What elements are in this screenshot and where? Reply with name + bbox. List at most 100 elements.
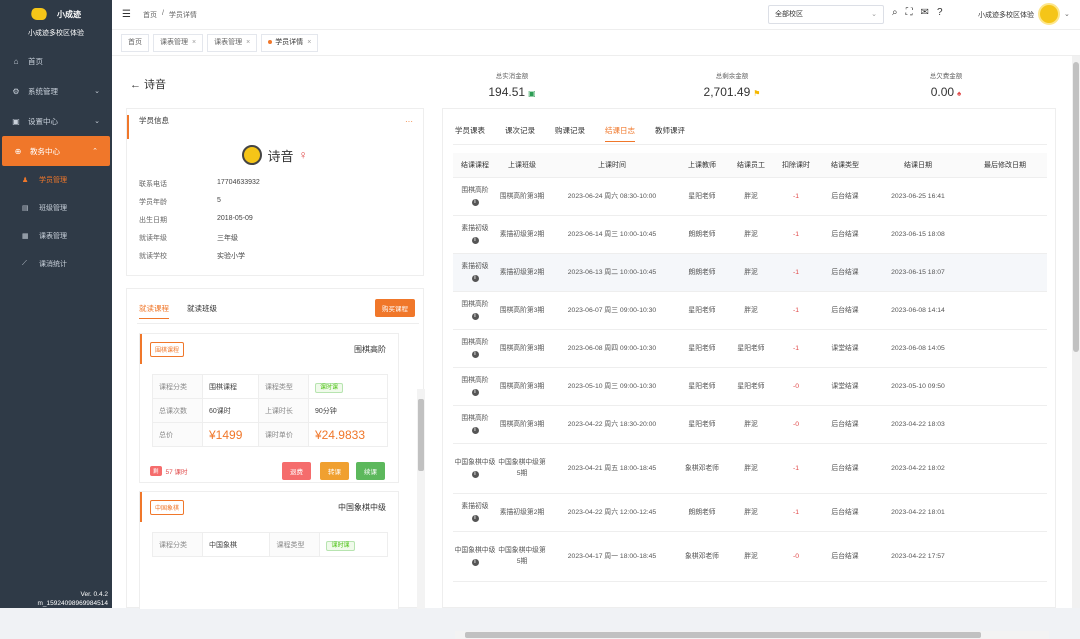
tab-schedule[interactable]: 课表管理 × [153, 33, 204, 52]
scrollbar-thumb[interactable] [465, 632, 981, 638]
avatar[interactable] [1038, 3, 1060, 25]
remaining-value: 57 课时 [165, 469, 188, 476]
menu-toggle-icon[interactable]: ☰ [122, 9, 131, 20]
active-dot-icon [268, 39, 273, 44]
more-icon[interactable]: ··· [405, 117, 413, 126]
tab-label: 学员详情 [275, 38, 304, 46]
cell-deduct: -1 [775, 215, 817, 254]
tab-purchase-records[interactable]: 购课记录 [555, 125, 585, 142]
tab-enrolled-classes[interactable]: 就读班级 [187, 303, 217, 319]
scrollbar-thumb[interactable] [418, 399, 424, 471]
refund-button[interactable]: 退费 [282, 462, 311, 480]
campus-value: 全部校区 [775, 11, 803, 18]
fullscreen-icon[interactable]: ⛶ [906, 7, 913, 18]
cell-course-text: 中国象棋中级 [454, 547, 496, 554]
info-icon[interactable]: i [471, 389, 479, 396]
sidebar-item-home[interactable]: ⌂ 首页 [0, 46, 112, 76]
cell-course-text: 围棋高阶 [461, 339, 489, 346]
info-icon[interactable]: i [471, 199, 479, 206]
stat-label: 总欠费金额 [929, 73, 963, 80]
tab-schedule-2[interactable]: 课表管理 × [207, 33, 258, 52]
tab-lesson-records[interactable]: 课次记录 [505, 125, 535, 142]
info-icon[interactable]: i [471, 471, 479, 478]
sidebar-item-settings[interactable]: ▣ 设置中心 ⌄ [0, 106, 112, 136]
cell-class: 围棋高阶第3期 [497, 367, 547, 406]
sidebar-item-system[interactable]: ⚙ 系统管理 ⌄ [0, 76, 112, 106]
search-icon[interactable]: ⌕ [892, 7, 898, 18]
renew-button[interactable]: 续课 [356, 462, 385, 480]
tab-teacher-review[interactable]: 教师课评 [655, 125, 685, 142]
cell-deduct: -1 [775, 493, 817, 532]
info-icon[interactable]: i [471, 237, 479, 244]
cell-type: 后台结课 [817, 253, 873, 292]
info-icon[interactable]: i [471, 427, 479, 434]
tab-student-detail[interactable]: 学员详情 × [261, 33, 319, 52]
info-icon[interactable]: i [471, 351, 479, 358]
info-icon[interactable]: i [471, 559, 479, 566]
accent-bar [140, 334, 142, 364]
cell-date: 2023-04-22 17:57 [873, 531, 963, 582]
scrollbar-thumb[interactable] [1073, 62, 1079, 352]
grid-label: 上课时长 [257, 398, 309, 423]
back-button[interactable]: ← 诗音 [130, 76, 166, 92]
sidebar-subitem-classes[interactable]: ▤ 班级管理 [0, 194, 112, 222]
info-icon[interactable]: i [471, 515, 479, 522]
cell-deduct-text: -1 [792, 192, 800, 200]
user-name[interactable]: 小成迹多校区体验 [978, 10, 1034, 20]
cell-deduct: -0 [775, 405, 817, 444]
sidebar-subitem-schedule[interactable]: ▦ 课表管理 [0, 222, 112, 250]
sidebar-subitem-stats[interactable]: ⟋ 课消统计 [0, 250, 112, 278]
cell-deduct-text: -1 [792, 230, 800, 238]
info-icon[interactable]: i [471, 275, 479, 282]
cell-modified [963, 443, 1047, 494]
page-scrollbar[interactable] [1072, 56, 1080, 608]
total-price: ¥1499 [202, 422, 259, 447]
cell-modified [963, 531, 1047, 582]
tab-label: 首页 [128, 38, 142, 46]
course-tabs: 就读课程 就读班级 [139, 303, 217, 319]
close-icon[interactable]: × [307, 39, 311, 46]
course-panel: 就读课程 就读班级 购买课程 围棋课程 围棋高阶 课程分类 围棋课程 课程类型 课时课 … [126, 288, 425, 609]
info-icon[interactable]: i [471, 313, 479, 320]
campus-select[interactable]: 全部校区 ⌄ [768, 5, 884, 24]
section-title: 学员信息 [127, 115, 423, 139]
cell-teacher: 朗朗老师 [677, 215, 727, 254]
cell-class: 素描初级第2期 [497, 215, 547, 254]
sidebar-subitem-students[interactable]: ♟ 学员管理 [0, 166, 112, 194]
chevron-down-icon[interactable]: ⌄ [1064, 10, 1070, 18]
table-horizontal-scrollbar[interactable] [455, 631, 1049, 639]
column-header: 上课教师 [677, 153, 727, 178]
help-icon[interactable]: ? [937, 7, 943, 18]
cell-date-text: 2023-05-10 09:50 [891, 382, 945, 390]
breadcrumb-separator: / [161, 9, 164, 17]
tab-enrolled-courses[interactable]: 就读课程 [139, 303, 169, 319]
cell-modified [963, 177, 1047, 216]
sidebar-item-edu[interactable]: ⊕ 教务中心 ⌃ [2, 136, 110, 166]
course-title: 中国象棋中级 [338, 503, 386, 512]
cell-staff: 胖泥 [727, 291, 775, 330]
cell-time: 2023-04-21 周五 18:00-18:45 [547, 443, 677, 494]
cell-date-text: 2023-06-15 18:08 [891, 230, 945, 238]
field-value: 三年级 [217, 235, 238, 242]
unit-price: ¥24.9833 [307, 422, 389, 447]
breadcrumb-home[interactable]: 首页 [143, 10, 157, 20]
mail-icon[interactable]: ✉ [921, 7, 929, 18]
tab-completion-log[interactable]: 结课日志 [605, 125, 635, 142]
field-age: 学员年龄 5 [139, 197, 221, 207]
tab-schedule[interactable]: 学员课表 [455, 125, 485, 142]
close-icon[interactable]: × [246, 39, 250, 46]
cell-date-text: 2023-04-22 17:57 [891, 552, 945, 560]
close-icon[interactable]: × [192, 39, 196, 46]
cell-staff: 星阳老师 [727, 329, 775, 368]
tab-home[interactable]: 首页 [121, 33, 149, 52]
cell-course: 围棋高阶 i [453, 367, 497, 406]
cell-date-text: 2023-04-22 18:02 [891, 464, 945, 472]
brand-logo[interactable]: 小成迹 小成迹多校区体验 [0, 0, 112, 44]
cell-class: 围棋高阶第3期 [497, 329, 547, 368]
grid-label: 课程类型 [257, 374, 309, 399]
transfer-button[interactable]: 转课 [320, 462, 349, 480]
cell-date: 2023-06-15 18:08 [873, 215, 963, 254]
course-scrollbar[interactable] [417, 389, 425, 609]
cell-deduct: -1 [775, 443, 817, 494]
buy-course-button[interactable]: 购买课程 [375, 299, 415, 317]
